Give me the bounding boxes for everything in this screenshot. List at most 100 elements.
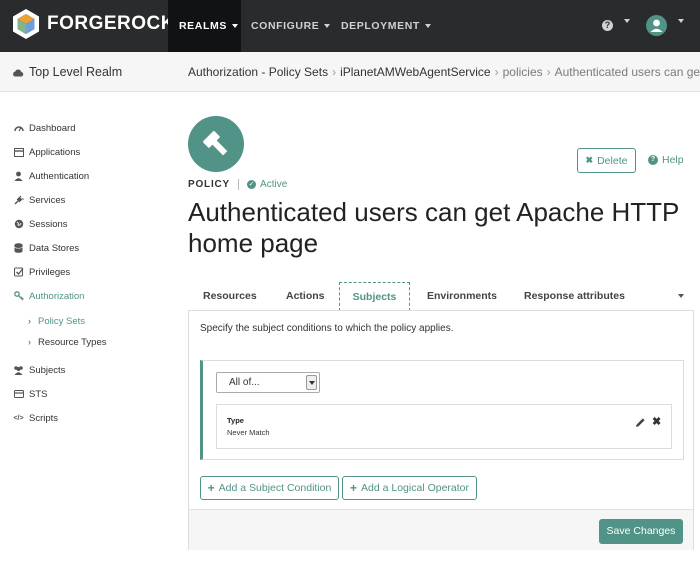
chevron-down-icon	[424, 24, 431, 29]
policy-avatar	[188, 116, 244, 172]
forgerock-logo-icon	[13, 9, 39, 39]
realm-switcher[interactable]: Top Level Realm	[12, 52, 122, 92]
pencil-icon[interactable]	[635, 417, 646, 428]
sidebar-item-authorization[interactable]: Authorization	[13, 289, 84, 303]
applications-icon	[13, 147, 24, 158]
sidebar-item-label: Authentication	[29, 170, 90, 182]
add-logical-operator-label: Add a Logical Operator	[361, 482, 469, 494]
question-circle-icon: ?	[648, 155, 658, 165]
sidebar-item-label: Subjects	[29, 364, 66, 376]
check-square-icon	[13, 267, 24, 278]
add-subject-condition-button[interactable]: + Add a Subject Condition	[200, 476, 339, 500]
subject-condition[interactable]: Type Never Match ✖	[216, 404, 672, 449]
chevron-right-icon: ›	[28, 316, 31, 326]
breadcrumb-separator: ›	[546, 65, 551, 79]
sidebar-item-label: Data Stores	[29, 242, 80, 254]
cloud-icon	[13, 69, 24, 76]
sidebar-item-sts[interactable]: STS	[13, 387, 47, 401]
breadcrumb: Authorization - Policy Sets › iPlanetAMWeb…	[188, 52, 700, 92]
forgerock-logo[interactable]: FORGEROCK	[10, 8, 175, 40]
help-link[interactable]: ? Help	[648, 154, 684, 166]
operator-select-value: All of...	[229, 377, 260, 388]
sidebar-item-label: Scripts	[29, 412, 59, 424]
sidebar-item-label: Privileges	[29, 266, 71, 278]
chevron-down-icon	[231, 24, 238, 29]
sidebar-item-privileges[interactable]: Privileges	[13, 265, 70, 279]
sidebar-subitem-policy-sets[interactable]: › Policy Sets	[28, 314, 85, 328]
breadcrumb-policies[interactable]: policies	[503, 65, 543, 79]
sidebar-item-applications[interactable]: Applications	[13, 145, 80, 159]
sidebar-item-services[interactable]: Services	[13, 193, 65, 207]
avatar[interactable]	[646, 15, 667, 36]
tab-actions[interactable]: Actions	[286, 282, 325, 310]
policy-type-label: POLICY	[188, 179, 231, 190]
status-label: Active	[260, 179, 288, 190]
page-title: Authenticated users can get Apache HTTP …	[188, 197, 679, 258]
top-navbar: FORGEROCK REALMS CONFIGURE DEPLOYMENT ?	[0, 0, 700, 52]
user-icon	[13, 171, 24, 182]
tab-environments[interactable]: Environments	[427, 282, 497, 310]
sidebar-item-scripts[interactable]: </> Scripts	[13, 411, 58, 425]
realm-label: Top Level Realm	[29, 65, 123, 79]
operator-select[interactable]: All of...	[216, 372, 320, 393]
close-icon[interactable]: ✖	[652, 415, 661, 428]
sidebar-item-label: Authorization	[29, 290, 85, 302]
sidebar-item-label: STS	[29, 388, 48, 400]
chevron-down-icon[interactable]	[678, 294, 684, 298]
breadcrumb-policy-sets[interactable]: Authorization - Policy Sets	[188, 65, 328, 79]
sidebar-item-authentication[interactable]: Authentication	[13, 169, 89, 183]
delete-label: Delete	[597, 154, 628, 167]
help-label: Help	[662, 154, 684, 166]
sidebar-item-subjects[interactable]: Subjects	[13, 363, 65, 377]
sidebar-item-label: Dashboard	[29, 122, 76, 134]
chevron-down-icon[interactable]	[624, 19, 630, 23]
brand-name: FORGEROCK	[47, 13, 175, 34]
sidebar-item-dashboard[interactable]: Dashboard	[13, 121, 75, 135]
check-circle-icon: ✓	[247, 180, 257, 189]
dashboard-icon	[13, 123, 24, 134]
key-icon	[13, 291, 24, 302]
policy-meta: POLICY ✓ Active	[188, 179, 287, 190]
gavel-icon	[202, 130, 228, 156]
nav-configure-label: CONFIGURE	[251, 20, 320, 32]
question-circle-icon[interactable]: ?	[602, 20, 613, 31]
close-icon: ✖	[585, 155, 594, 165]
select-arrow-icon	[306, 375, 317, 390]
nav-deployment-label: DEPLOYMENT	[341, 20, 420, 32]
tab-response-attributes[interactable]: Response attributes	[524, 282, 625, 310]
sub-header: Top Level Realm Authorization - Policy S…	[0, 52, 700, 92]
logical-operator-block: All of... Type Never Match ✖	[200, 360, 684, 460]
add-subject-condition-label: Add a Subject Condition	[218, 482, 332, 494]
tab-resources[interactable]: Resources	[203, 282, 257, 310]
delete-button[interactable]: ✖ Delete	[577, 148, 636, 173]
code-icon: </>	[13, 414, 24, 422]
sidebar-item-data-stores[interactable]: Data Stores	[13, 241, 79, 255]
nav-configure[interactable]: CONFIGURE	[251, 0, 331, 52]
nav-deployment[interactable]: DEPLOYMENT	[341, 0, 431, 52]
database-icon	[13, 243, 24, 254]
save-changes-button[interactable]: Save Changes	[599, 519, 683, 544]
subjects-panel: Specify the subject conditions to which …	[188, 310, 694, 550]
status-badge: ✓ Active	[247, 179, 287, 190]
plug-icon	[13, 195, 24, 206]
sidebar-subitem-resource-types[interactable]: › Resource Types	[28, 335, 106, 349]
sidebar-item-label: Sessions	[29, 218, 68, 230]
sidebar-item-sessions[interactable]: Sessions	[13, 217, 68, 231]
nav-realms[interactable]: REALMS	[168, 0, 241, 52]
tab-subjects[interactable]: Subjects	[339, 282, 410, 311]
sidebar-item-label: Applications	[29, 146, 81, 158]
globe-icon	[13, 219, 24, 230]
breadcrumb-policy-set[interactable]: iPlanetAMWebAgentService	[340, 65, 491, 79]
chevron-right-icon: ›	[28, 337, 31, 347]
panel-footer: Save Changes	[189, 509, 693, 550]
condition-type-value: Never Match	[227, 428, 270, 437]
nav-realms-label: REALMS	[179, 20, 227, 32]
add-logical-operator-button[interactable]: + Add a Logical Operator	[342, 476, 477, 500]
chevron-down-icon[interactable]	[678, 19, 684, 23]
divider	[238, 179, 240, 190]
chevron-down-icon	[324, 24, 331, 29]
breadcrumb-current: Authenticated users can get Apache HTTP …	[554, 65, 700, 79]
condition-type-label: Type	[227, 416, 244, 425]
sidebar-item-label: Services	[29, 194, 66, 206]
breadcrumb-separator: ›	[332, 65, 337, 79]
